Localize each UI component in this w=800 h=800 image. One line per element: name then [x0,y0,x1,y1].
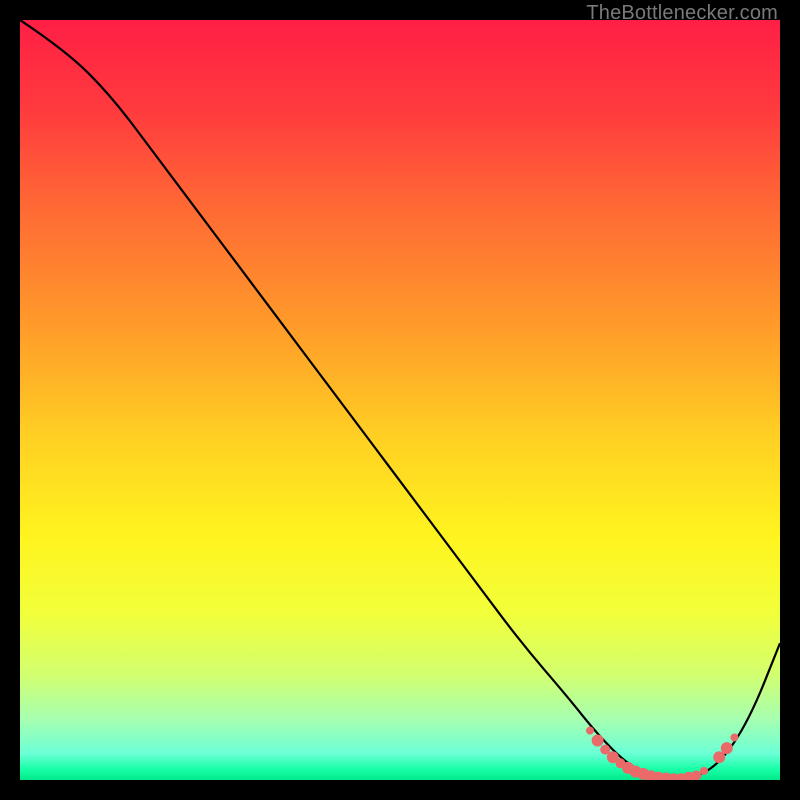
data-point [700,767,708,775]
chart-canvas [20,20,780,780]
data-point [586,727,594,735]
chart-frame [20,20,780,780]
gradient-background [20,20,780,780]
data-point [721,742,733,754]
data-point [691,770,701,780]
data-point [592,734,604,746]
data-point [730,733,738,741]
